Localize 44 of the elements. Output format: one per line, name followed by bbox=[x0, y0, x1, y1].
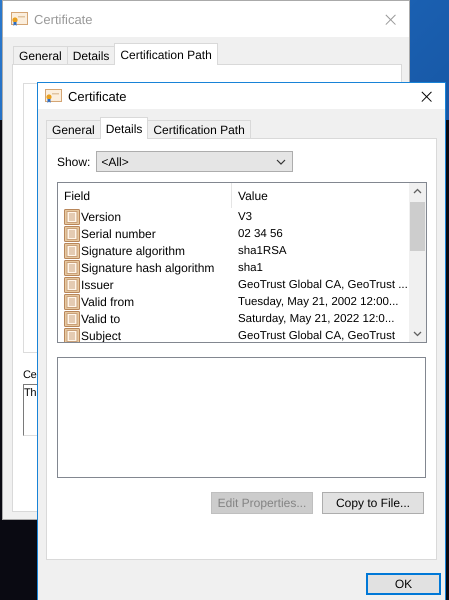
field-value[interactable]: GeoTrust Global CA, GeoTrust ... bbox=[232, 278, 408, 290]
document-icon bbox=[64, 208, 80, 224]
show-dropdown[interactable]: <All> bbox=[96, 151, 294, 172]
dialog-button[interactable]: Copy to File... bbox=[322, 492, 424, 514]
document-icon bbox=[64, 260, 80, 276]
field-name[interactable]: Serial number bbox=[81, 226, 156, 240]
tab[interactable]: General bbox=[13, 46, 68, 65]
document-icon bbox=[64, 294, 80, 310]
document-icon bbox=[64, 242, 80, 258]
window-title: Certificate bbox=[34, 12, 94, 26]
field-value[interactable]: Saturday, May 21, 2022 12:0... bbox=[232, 312, 394, 324]
field-name[interactable]: Valid from bbox=[81, 294, 134, 308]
field-name[interactable]: Subject bbox=[81, 328, 122, 342]
show-label: Show: bbox=[57, 154, 90, 168]
column-header[interactable]: Value bbox=[232, 183, 268, 208]
scrollbar-thumb[interactable] bbox=[410, 202, 425, 251]
certificate-icon bbox=[45, 89, 62, 103]
field-value[interactable]: GeoTrust Global CA, GeoTrust bbox=[232, 330, 396, 342]
document-icon bbox=[64, 226, 80, 242]
field-value[interactable]: sha1RSA bbox=[232, 244, 287, 256]
tab[interactable]: Certification Path bbox=[114, 43, 218, 65]
field-name[interactable]: Version bbox=[81, 210, 122, 224]
status-label: Ce bbox=[23, 369, 36, 381]
field-value[interactable]: sha1 bbox=[232, 262, 263, 274]
close-button[interactable]: × bbox=[408, 84, 445, 108]
tab[interactable]: General bbox=[46, 120, 101, 139]
column-header[interactable]: Field bbox=[58, 183, 232, 208]
document-icon bbox=[64, 276, 80, 292]
field-name[interactable]: Signature hash algorithm bbox=[81, 260, 214, 274]
document-icon bbox=[64, 328, 80, 342]
ok-button[interactable]: OK bbox=[366, 573, 441, 595]
window-title: Certificate bbox=[68, 88, 128, 104]
tab[interactable]: Certification Path bbox=[147, 120, 251, 139]
field-value[interactable]: 02 34 56 bbox=[232, 228, 283, 240]
chevron-down-icon bbox=[276, 158, 286, 164]
document-icon bbox=[64, 310, 80, 326]
field-name[interactable]: Signature algorithm bbox=[81, 244, 186, 258]
tab[interactable]: Details bbox=[100, 117, 148, 139]
certificate-icon bbox=[11, 12, 28, 26]
scrollbar[interactable] bbox=[409, 183, 426, 342]
field-value[interactable]: Tuesday, May 21, 2002 12:00... bbox=[232, 296, 398, 308]
field-name[interactable]: Issuer bbox=[81, 278, 114, 292]
field-name[interactable]: Valid to bbox=[81, 312, 120, 326]
field-value[interactable]: V3 bbox=[232, 210, 252, 222]
